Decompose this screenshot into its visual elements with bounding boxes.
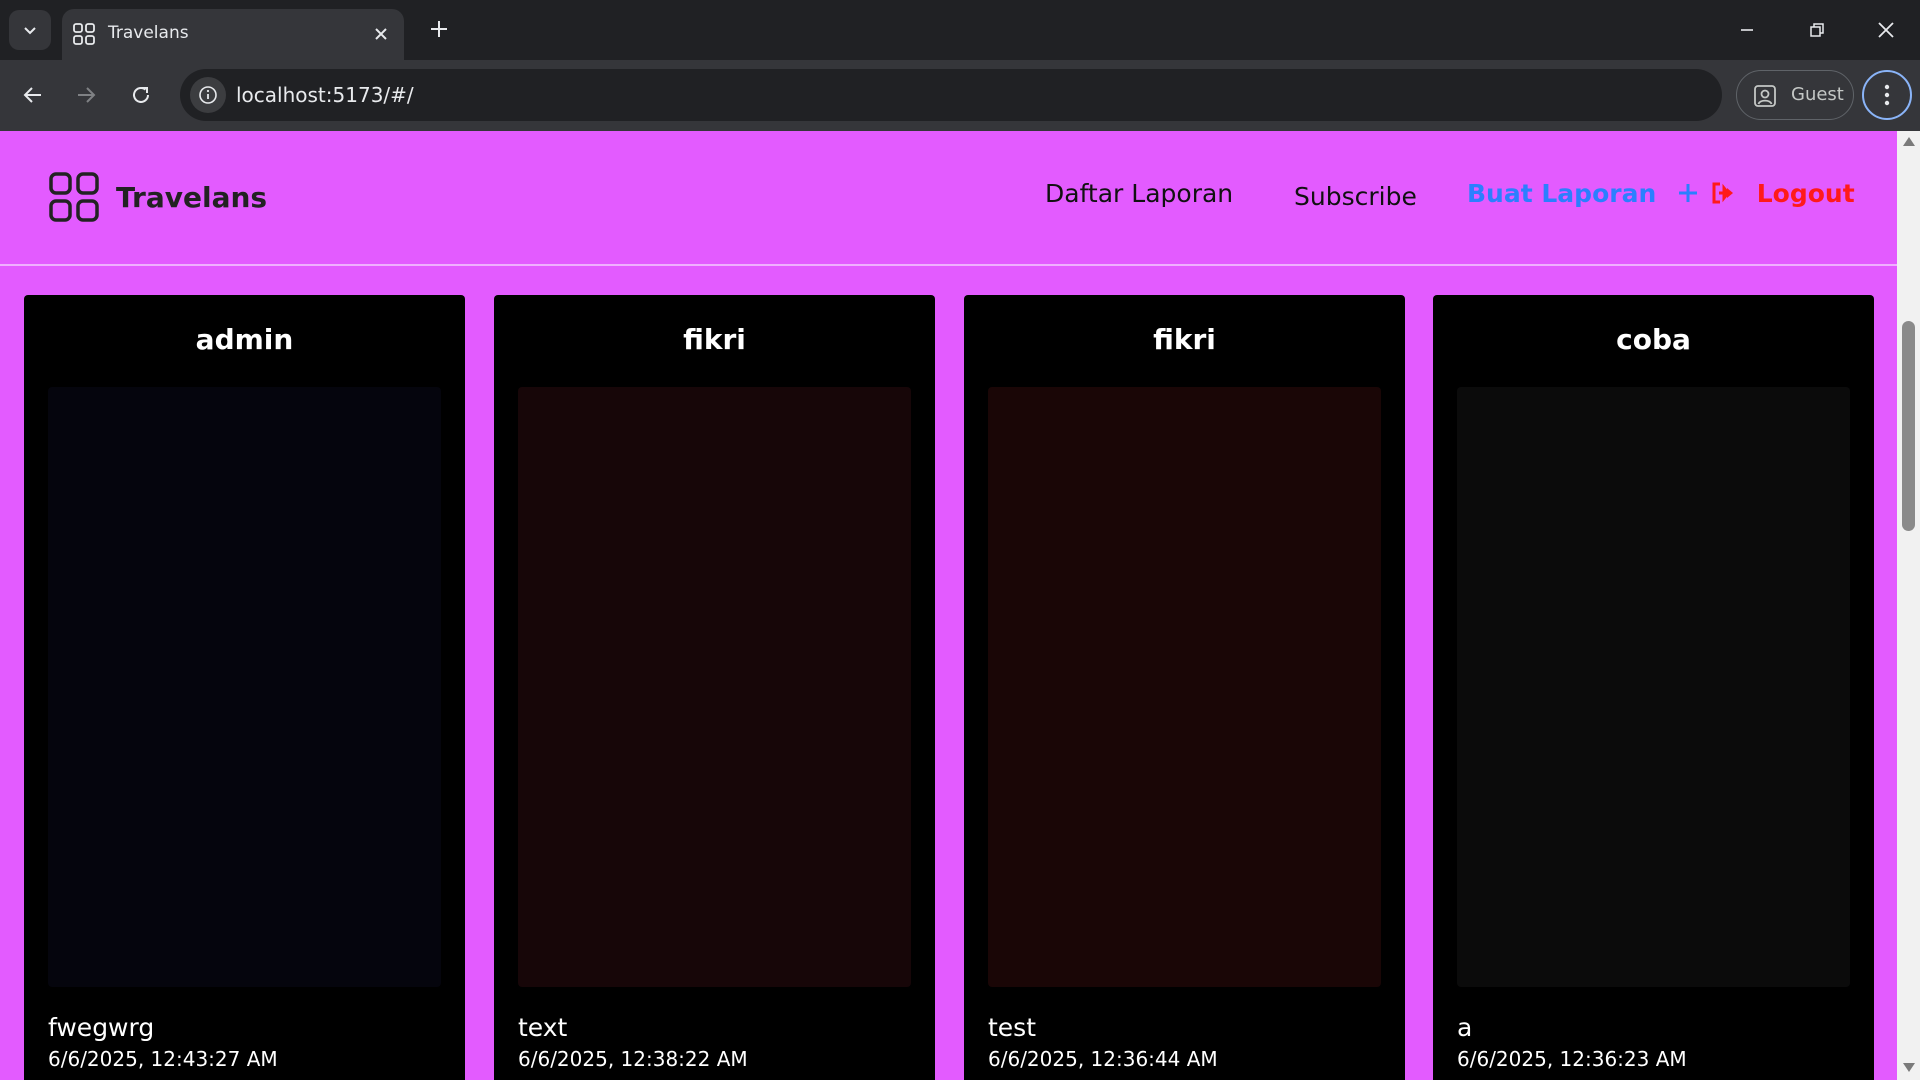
scrollbar-thumb[interactable] bbox=[1902, 321, 1915, 531]
nav-logout-label: Logout bbox=[1756, 179, 1855, 208]
site-info-button[interactable] bbox=[190, 77, 226, 113]
report-description: fwegwrg bbox=[48, 1013, 155, 1042]
close-icon bbox=[375, 28, 387, 40]
report-image bbox=[518, 387, 911, 987]
profile-icon bbox=[1754, 85, 1776, 107]
nav-buat-laporan[interactable]: Buat Laporan bbox=[1467, 179, 1699, 208]
tab-close-button[interactable] bbox=[368, 21, 394, 47]
report-card[interactable]: fikri text 6/6/2025, 12:38:22 AM bbox=[494, 295, 935, 1080]
browser-toolbar: localhost:5173/#/ Guest bbox=[0, 60, 1920, 131]
minimize-button[interactable] bbox=[1722, 12, 1772, 48]
plus-icon bbox=[431, 21, 447, 37]
restore-button[interactable] bbox=[1792, 12, 1842, 48]
report-card[interactable]: admin fwegwrg 6/6/2025, 12:43:27 AM bbox=[24, 295, 465, 1080]
info-icon bbox=[199, 86, 217, 104]
reload-icon bbox=[133, 86, 149, 103]
new-tab-button[interactable] bbox=[424, 14, 454, 44]
profile-button[interactable]: Guest bbox=[1736, 70, 1854, 120]
close-window-button[interactable] bbox=[1861, 12, 1911, 48]
arrow-right-icon bbox=[78, 87, 96, 103]
tab-title: Travelans bbox=[108, 23, 189, 43]
grid-logo-icon bbox=[49, 172, 99, 222]
report-image bbox=[988, 387, 1381, 987]
restore-icon bbox=[1810, 23, 1824, 37]
nav-subscribe[interactable]: Subscribe bbox=[1294, 182, 1417, 211]
grid-icon bbox=[73, 23, 95, 45]
nav-daftar-laporan[interactable]: Daftar Laporan bbox=[1045, 179, 1233, 208]
report-image bbox=[48, 387, 441, 987]
report-author: fikri bbox=[683, 323, 746, 356]
chevron-down-icon bbox=[24, 27, 36, 35]
arrow-left-icon bbox=[23, 87, 41, 103]
url-text[interactable]: localhost:5173/#/ bbox=[236, 83, 414, 107]
reload-button[interactable] bbox=[121, 75, 161, 115]
report-image bbox=[1457, 387, 1850, 987]
more-vertical-icon bbox=[1884, 84, 1890, 106]
page-scrollbar[interactable] bbox=[1897, 131, 1920, 1080]
nav-logout[interactable]: Logout bbox=[1710, 179, 1855, 208]
report-author: fikri bbox=[1153, 323, 1216, 356]
nav-buat-laporan-label: Buat Laporan bbox=[1467, 179, 1657, 208]
report-description: text bbox=[518, 1013, 568, 1042]
close-icon bbox=[1878, 22, 1894, 38]
report-date: 6/6/2025, 12:43:27 AM bbox=[48, 1047, 278, 1071]
report-card[interactable]: coba a 6/6/2025, 12:36:23 AM bbox=[1433, 295, 1874, 1080]
report-date: 6/6/2025, 12:38:22 AM bbox=[518, 1047, 748, 1071]
forward-button[interactable] bbox=[66, 75, 106, 115]
plus-icon bbox=[1678, 184, 1697, 202]
minimize-icon bbox=[1741, 29, 1753, 31]
report-card[interactable]: fikri test 6/6/2025, 12:36:44 AM bbox=[964, 295, 1405, 1080]
app-header: Travelans Daftar Laporan Subscribe Buat … bbox=[0, 131, 1897, 266]
report-author: admin bbox=[195, 323, 294, 356]
report-description: test bbox=[988, 1013, 1037, 1042]
report-author: coba bbox=[1616, 323, 1691, 356]
report-date: 6/6/2025, 12:36:44 AM bbox=[988, 1047, 1218, 1071]
scroll-down-arrow-icon[interactable] bbox=[1903, 1063, 1915, 1072]
browser-tab[interactable]: Travelans bbox=[62, 9, 404, 60]
report-date: 6/6/2025, 12:36:23 AM bbox=[1457, 1047, 1687, 1071]
logout-icon bbox=[1712, 182, 1733, 204]
tab-search-button[interactable] bbox=[9, 10, 51, 50]
report-list: admin fwegwrg 6/6/2025, 12:43:27 AM fikr… bbox=[24, 295, 1874, 1080]
page-viewport: Travelans Daftar Laporan Subscribe Buat … bbox=[0, 131, 1920, 1080]
report-description: a bbox=[1457, 1013, 1473, 1042]
browser-tab-strip: Travelans bbox=[0, 0, 1920, 60]
browser-menu-button[interactable] bbox=[1862, 70, 1912, 120]
address-bar[interactable]: localhost:5173/#/ bbox=[180, 69, 1722, 121]
brand-name[interactable]: Travelans bbox=[116, 181, 267, 214]
back-button[interactable] bbox=[13, 75, 53, 115]
scroll-up-arrow-icon[interactable] bbox=[1903, 137, 1915, 146]
profile-label: Guest bbox=[1791, 84, 1844, 105]
